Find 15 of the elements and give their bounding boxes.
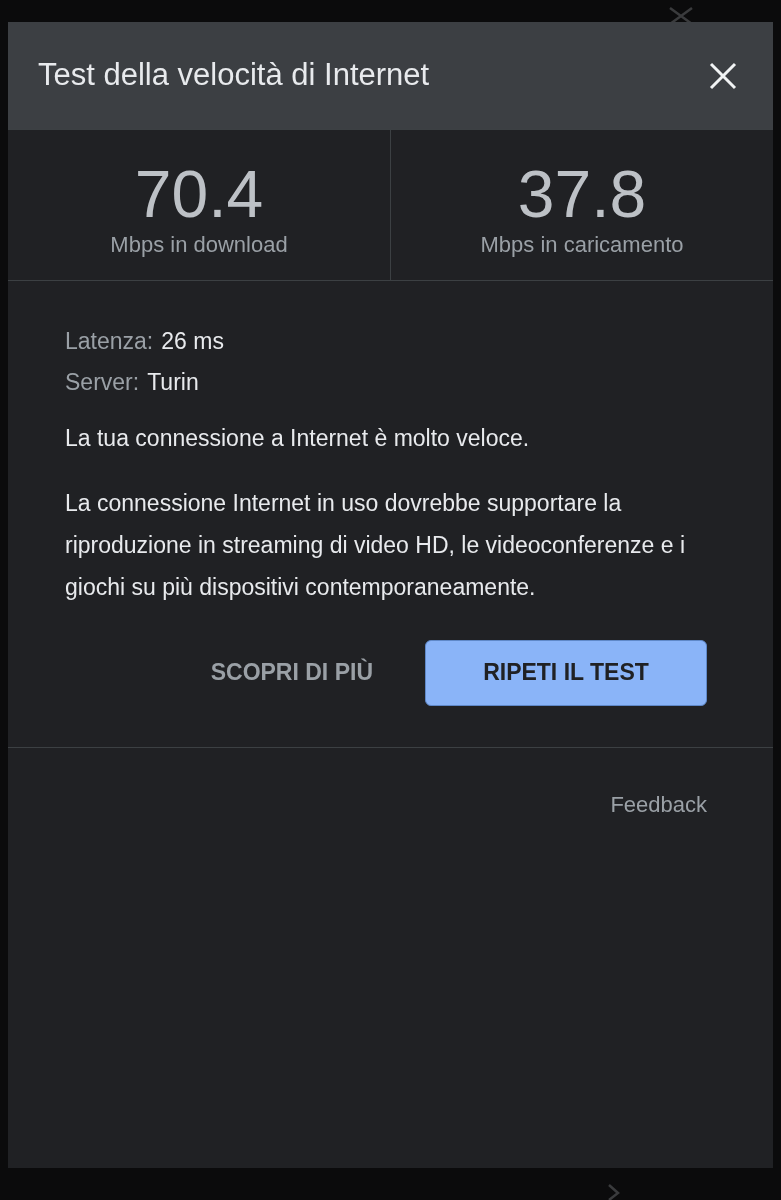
learn-more-button[interactable]: SCOPRI DI PIÙ (206, 639, 377, 706)
description-text: La connessione Internet in uso dovrebbe supportare la riproduzione in streaming di video HD, le videoconferenze e i giochi su più dispositivi contemporaneamente. (65, 488, 687, 602)
speed-label: Mbps in download (110, 231, 288, 259)
chevron-icon (607, 1184, 621, 1200)
detail-value: 26 ms (161, 327, 224, 356)
retest-button[interactable]: RIPETI IL TEST (425, 639, 707, 706)
summary-text: La tua connessione a Internet è molto veloce. (65, 424, 531, 453)
speed-label: Mbps in caricamento (480, 231, 684, 259)
dialog-title: Test della velocità di Internet (38, 56, 430, 95)
feedback-link[interactable]: Feedback (610, 787, 707, 821)
detail-label: Latenza: (65, 327, 154, 356)
speed-value: 70.4 (134, 160, 264, 228)
detail-value: Turin (147, 367, 199, 397)
detail-label: Server: (65, 367, 140, 397)
speed-value: 37.8 (517, 160, 647, 228)
